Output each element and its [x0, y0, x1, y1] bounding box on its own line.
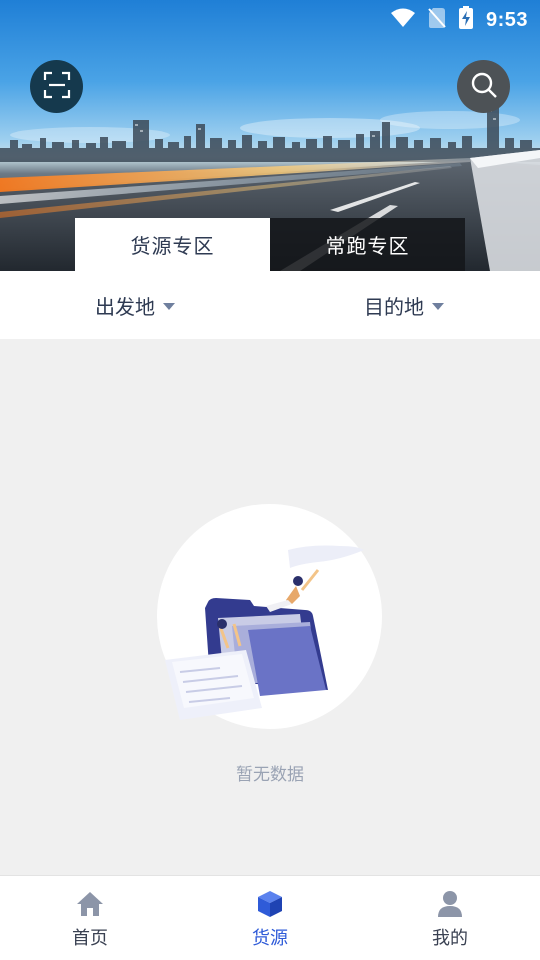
nav-item-cargo[interactable]: 货源 — [180, 876, 360, 960]
bottom-navigation: 首页 货源 我的 — [0, 875, 540, 960]
caret-down-icon — [432, 302, 444, 310]
origin-filter[interactable]: 出发地 — [95, 271, 175, 339]
scan-button[interactable] — [30, 60, 83, 113]
home-icon — [76, 891, 104, 921]
no-sim-icon — [428, 7, 446, 33]
tab-regular-route-zone[interactable]: 常跑专区 — [270, 218, 465, 271]
scan-icon — [43, 71, 71, 103]
user-icon — [437, 890, 463, 922]
cube-icon — [257, 890, 283, 922]
wifi-icon — [390, 8, 416, 32]
nav-label-cargo: 货源 — [252, 928, 288, 949]
origin-label: 出发地 — [95, 294, 155, 319]
status-bar: 9:53 — [0, 0, 540, 36]
caret-down-icon — [163, 302, 175, 310]
battery-charging-icon — [458, 6, 474, 34]
status-time: 9:53 — [485, 8, 528, 31]
tab-cargo-zone[interactable]: 货源专区 — [75, 218, 270, 271]
empty-folder-illustration — [165, 545, 364, 720]
nav-item-profile[interactable]: 我的 — [360, 876, 540, 960]
search-button[interactable] — [457, 60, 510, 113]
destination-label: 目的地 — [364, 294, 424, 319]
nav-label-profile: 我的 — [432, 928, 468, 949]
empty-state-message: 暂无数据 — [236, 765, 304, 785]
zone-tabs: 货源专区 常跑专区 — [75, 218, 465, 271]
filter-bar: 出发地 目的地 — [0, 271, 540, 339]
search-icon — [470, 71, 498, 103]
destination-filter[interactable]: 目的地 — [364, 271, 444, 339]
nav-label-home: 首页 — [72, 928, 108, 949]
hero-banner: 9:53 货源专区 常跑专区 — [0, 0, 540, 271]
nav-item-home[interactable]: 首页 — [0, 876, 180, 960]
